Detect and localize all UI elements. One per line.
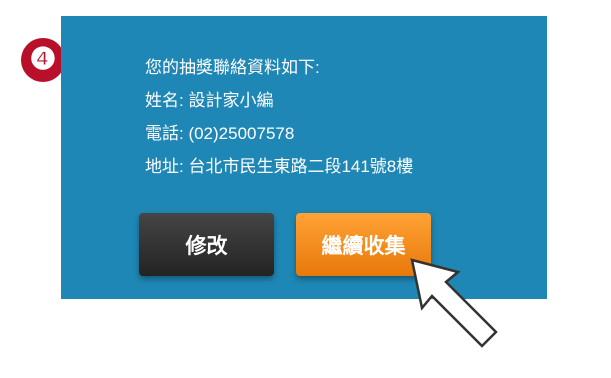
continue-button-label: 繼續收集 [321, 234, 406, 258]
step-number: ❹ [29, 42, 57, 77]
step-number-badge: ❹ [21, 38, 65, 82]
stage: ❹ 您的抽獎聯絡資料如下: 姓名: 設計家小編 電話: (02)25007578… [0, 0, 611, 378]
pointer-arrow-icon [410, 258, 498, 348]
contact-info: 您的抽獎聯絡資料如下: 姓名: 設計家小編 電話: (02)25007578 地… [145, 51, 413, 183]
edit-button[interactable]: 修改 [139, 213, 274, 276]
info-address: 地址: 台北市民生東路二段141號8樓 [145, 157, 414, 176]
info-heading: 您的抽獎聯絡資料如下: [145, 58, 320, 77]
info-name: 姓名: 設計家小編 [145, 91, 274, 110]
edit-button-label: 修改 [185, 234, 228, 258]
info-phone: 電話: (02)25007578 [145, 124, 295, 143]
